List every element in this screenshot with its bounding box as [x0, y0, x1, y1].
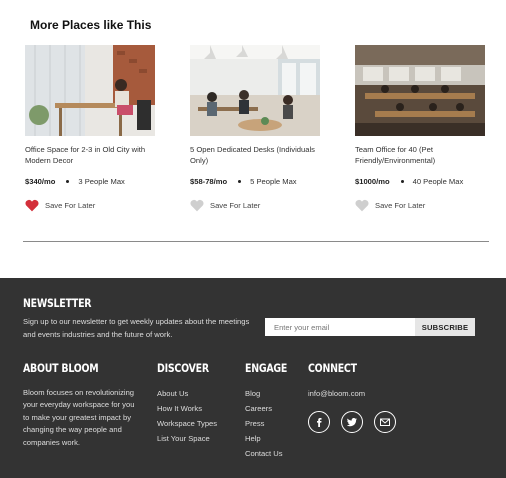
contact-email-link[interactable]: info@bloom.com — [308, 389, 365, 398]
discover-title: DISCOVER — [157, 361, 209, 375]
heart-icon[interactable] — [190, 199, 204, 212]
listing-capacity: 40 People Max — [412, 177, 464, 186]
listing-card[interactable]: 5 Open Dedicated Desks (Individuals Only… — [190, 45, 320, 212]
save-label: Save For Later — [210, 201, 261, 210]
listing-card[interactable]: Team Office for 40 (Pet Friendly/Environ… — [355, 45, 485, 212]
footer-link-blog[interactable]: Blog — [245, 389, 283, 404]
separator-dot — [238, 180, 242, 183]
footer-link-help[interactable]: Help — [245, 434, 283, 449]
footer-link-contact-us[interactable]: Contact Us — [245, 449, 283, 464]
social-links — [308, 411, 396, 433]
listing-title[interactable]: Office Space for 2-3 in Old City with Mo… — [25, 145, 160, 166]
connect-title: CONNECT — [308, 361, 357, 375]
listing-photo[interactable] — [25, 45, 155, 136]
section-title: More Places like This — [30, 18, 152, 32]
engage-title: ENGAGE — [245, 361, 288, 375]
section-divider — [23, 241, 489, 242]
about-description: Bloom focuses on revolutionizing your ev… — [23, 388, 135, 447]
footer-link-workspace-types[interactable]: Workspace Types — [157, 419, 217, 434]
email-input[interactable] — [265, 318, 415, 336]
save-for-later-button[interactable]: Save For Later — [190, 199, 320, 212]
separator-dot — [66, 180, 70, 183]
listing-capacity: 5 People Max — [250, 177, 297, 186]
mail-icon — [380, 418, 390, 426]
listing-price: $58-78/mo — [190, 177, 228, 186]
listing-title[interactable]: 5 Open Dedicated Desks (Individuals Only… — [190, 145, 325, 166]
discover-links: About Us How It Works Workspace Types Li… — [157, 389, 217, 449]
engage-links: Blog Careers Press Help Contact Us — [245, 389, 283, 464]
footer-link-press[interactable]: Press — [245, 419, 283, 434]
separator-dot — [400, 180, 404, 183]
listing-capacity: 3 People Max — [78, 177, 125, 186]
facebook-button[interactable] — [308, 411, 330, 433]
listing-meta: $340/mo 3 People Max — [25, 177, 155, 186]
save-for-later-button[interactable]: Save For Later — [25, 199, 155, 212]
site-footer: NEWSLETTER Sign up to our newsletter to … — [0, 278, 506, 478]
listing-photo[interactable] — [190, 45, 320, 136]
heart-icon[interactable] — [25, 199, 39, 212]
twitter-icon — [346, 418, 357, 427]
listing-meta: $58-78/mo 5 People Max — [190, 177, 320, 186]
listing-meta: $1000/mo 40 People Max — [355, 177, 485, 186]
listing-title[interactable]: Team Office for 40 (Pet Friendly/Environ… — [355, 145, 490, 166]
footer-link-about-us[interactable]: About Us — [157, 389, 217, 404]
listing-card[interactable]: Office Space for 2-3 in Old City with Mo… — [25, 45, 155, 212]
listing-price: $340/mo — [25, 177, 56, 186]
save-for-later-button[interactable]: Save For Later — [355, 199, 485, 212]
listing-photo[interactable] — [355, 45, 485, 136]
twitter-button[interactable] — [341, 411, 363, 433]
save-label: Save For Later — [375, 201, 426, 210]
about-title: ABOUT BLOOM — [23, 361, 99, 375]
mail-button[interactable] — [374, 411, 396, 433]
facebook-icon — [317, 418, 322, 427]
subscribe-button[interactable]: SUBSCRIBE — [415, 318, 475, 336]
footer-link-list-your-space[interactable]: List Your Space — [157, 434, 217, 449]
footer-link-how-it-works[interactable]: How It Works — [157, 404, 217, 419]
footer-link-careers[interactable]: Careers — [245, 404, 283, 419]
newsletter-description: Sign up to our newsletter to get weekly … — [23, 317, 250, 339]
newsletter-title: NEWSLETTER — [23, 296, 92, 310]
listing-price: $1000/mo — [355, 177, 390, 186]
heart-icon[interactable] — [355, 199, 369, 212]
save-label: Save For Later — [45, 201, 96, 210]
